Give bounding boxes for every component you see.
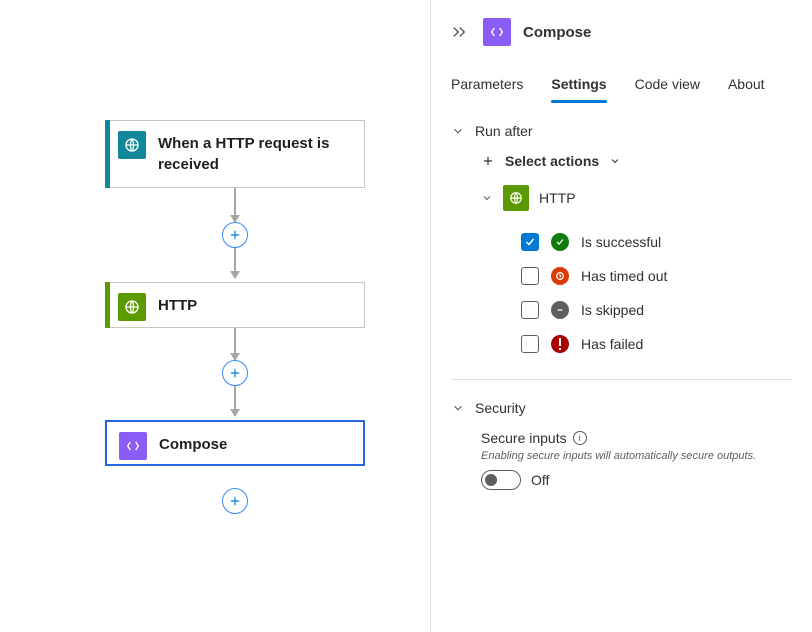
connector [234,328,236,360]
failed-icon [551,335,569,353]
toggle-value: Off [531,472,549,488]
status-label: Has timed out [581,268,667,284]
action-name: HTTP [539,190,576,206]
secure-inputs-label-row: Secure inputs i [481,430,792,446]
connector [234,188,236,222]
select-actions-label: Select actions [505,153,599,169]
run-after-section: Run after Select actions HTTP Is success… [431,103,812,380]
section-title: Security [475,400,526,416]
secure-inputs-toggle-row: Off [481,470,792,490]
status-row-failed: Has failed [521,327,792,361]
tab-about[interactable]: About [728,68,765,102]
add-action-button[interactable] [222,222,248,248]
checkbox-skipped[interactable] [521,301,539,319]
request-trigger-icon [118,131,146,159]
skipped-icon [551,301,569,319]
select-actions-button[interactable]: Select actions [451,153,792,169]
tab-settings[interactable]: Settings [551,68,606,102]
secure-inputs-hint: Enabling secure inputs will automaticall… [481,450,792,462]
status-label: Is successful [581,234,661,250]
panel-tabs: Parameters Settings Code view About [431,60,812,103]
checkbox-timeout[interactable] [521,267,539,285]
status-label: Has failed [581,336,643,352]
node-http[interactable]: HTTP [105,282,365,328]
tab-parameters[interactable]: Parameters [451,68,523,102]
workflow-canvas: When a HTTP request is received HTTP Com… [0,0,430,632]
tab-code-view[interactable]: Code view [635,68,700,102]
info-icon[interactable]: i [573,431,587,445]
action-settings-panel: Compose Parameters Settings Code view Ab… [431,0,812,632]
panel-header: Compose [431,0,812,60]
node-accent [105,282,110,328]
node-trigger[interactable]: When a HTTP request is received [105,120,365,188]
run-after-header[interactable]: Run after [451,123,792,139]
status-row-timeout: Has timed out [521,259,792,293]
node-label: HTTP [158,293,197,316]
security-header[interactable]: Security [451,400,792,416]
security-section: Security Secure inputs i Enabling secure… [431,380,812,490]
chevron-down-icon [451,401,465,415]
chevron-down-icon [481,192,493,204]
connector [234,248,236,278]
run-after-action[interactable]: HTTP [451,185,792,211]
plus-icon [481,154,495,168]
secure-inputs-label: Secure inputs [481,430,567,446]
status-row-skipped: Is skipped [521,293,792,327]
node-compose[interactable]: Compose [105,420,365,466]
http-action-icon [503,185,529,211]
node-label: Compose [159,432,227,455]
node-label: When a HTTP request is received [158,131,352,175]
connector [234,386,236,416]
toggle-knob [485,474,497,486]
compose-icon [119,432,147,460]
collapse-panel-button[interactable] [447,20,471,44]
checkbox-successful[interactable] [521,233,539,251]
status-row-successful: Is successful [521,225,792,259]
compose-icon [483,18,511,46]
success-icon [551,233,569,251]
chevron-down-icon [609,155,621,167]
status-label: Is skipped [581,302,644,318]
add-action-button[interactable] [222,360,248,386]
node-accent [105,120,110,188]
add-action-button[interactable] [222,488,248,514]
chevron-down-icon [451,124,465,138]
checkbox-failed[interactable] [521,335,539,353]
section-title: Run after [475,123,533,139]
panel-title: Compose [523,24,591,41]
status-list: Is successful Has timed out Is skipped [451,225,792,361]
secure-inputs-toggle[interactable] [481,470,521,490]
timeout-icon [551,267,569,285]
http-action-icon [118,293,146,321]
